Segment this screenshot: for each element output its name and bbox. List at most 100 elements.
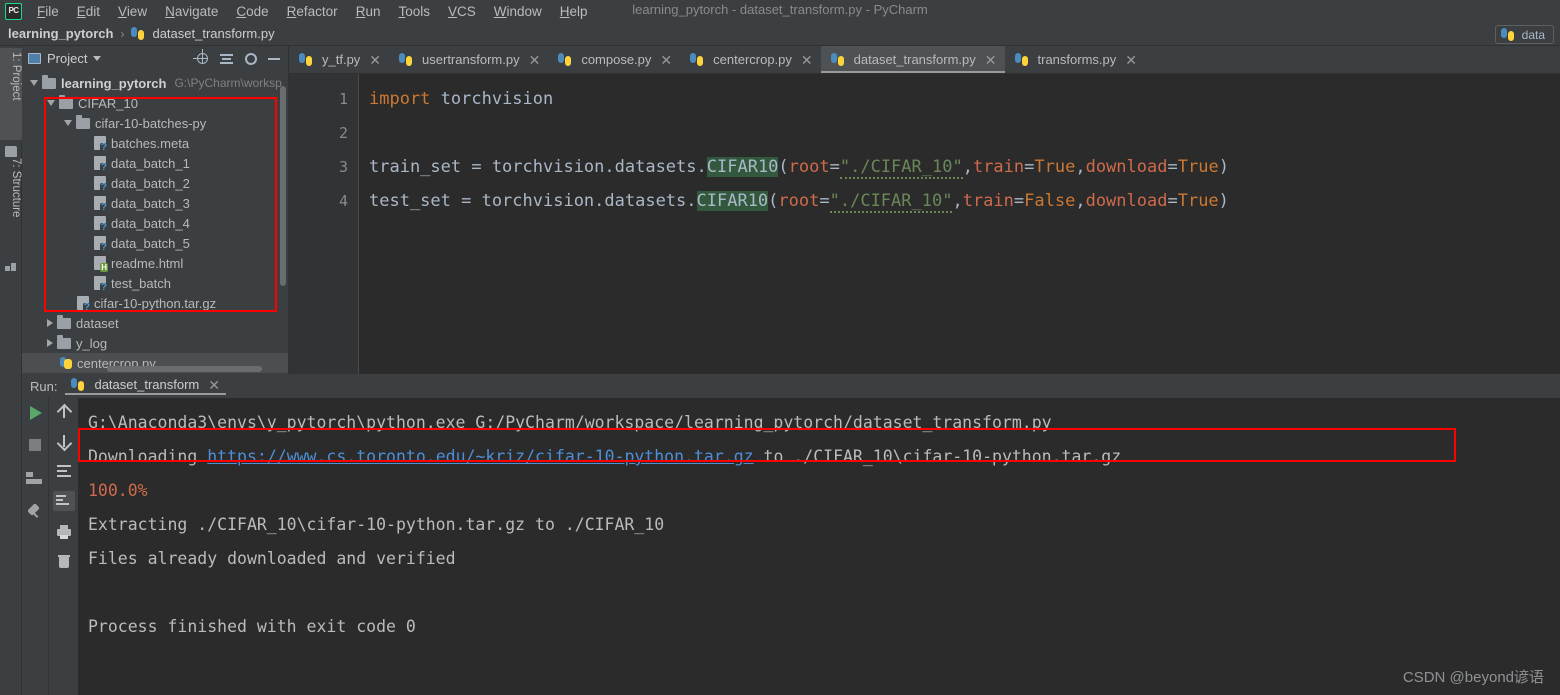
run-tab-label: dataset_transform: [94, 377, 200, 392]
tree-node[interactable]: dataset: [22, 313, 288, 333]
menu-item-code[interactable]: Code: [227, 2, 277, 21]
menu-item-view[interactable]: View: [109, 2, 156, 21]
python-file-icon: [830, 53, 844, 66]
editor-tab-compose-py[interactable]: compose.py ✕: [548, 46, 680, 73]
collapse-all-icon[interactable]: [219, 51, 234, 66]
layout-icon[interactable]: [26, 472, 44, 490]
stop-icon[interactable]: [26, 436, 44, 454]
chevron-down-icon[interactable]: [64, 120, 72, 126]
down-arrow-icon[interactable]: [56, 433, 72, 449]
code-line[interactable]: train_set = torchvision.datasets.CIFAR10…: [369, 150, 1560, 184]
tree-node-label: data_batch_2: [111, 175, 190, 191]
chevron-right-icon[interactable]: [47, 339, 53, 347]
tree-node[interactable]: data_batch_2: [22, 173, 288, 193]
project-horizontal-scrollbar[interactable]: [107, 366, 262, 372]
menu-bar[interactable]: File Edit View Navigate Code Refactor Run Tools…: [28, 2, 597, 21]
menu-item-run[interactable]: Run: [347, 2, 390, 21]
pin-icon[interactable]: [26, 504, 44, 522]
chevron-down-icon[interactable]: [93, 56, 102, 61]
tree-node[interactable]: data_batch_4: [22, 213, 288, 233]
run-console-output[interactable]: G:\Anaconda3\envs\y_pytorch\python.exe G…: [78, 398, 1560, 695]
editor-tab-dataset_transform-py[interactable]: dataset_transform.py ✕: [820, 46, 1005, 73]
tree-node[interactable]: cifar-10-python.tar.gz: [22, 293, 288, 313]
editor-tab-transforms-py[interactable]: transforms.py ✕: [1005, 46, 1145, 73]
code-line[interactable]: test_set = torchvision.datasets.CIFAR10(…: [369, 184, 1560, 218]
menu-item-refactor[interactable]: Refactor: [278, 2, 347, 21]
print-icon[interactable]: [56, 524, 72, 540]
sidebar-item-structure-label: 7: Structure: [10, 158, 22, 218]
tree-node[interactable]: cifar-10-batches-py: [22, 113, 288, 133]
minimize-icon[interactable]: [267, 51, 282, 66]
console-link[interactable]: https://www.cs.toronto.edu/~kriz/cifar-1…: [207, 447, 753, 466]
editor-tab-centercrop-py[interactable]: centercrop.py ✕: [680, 46, 821, 73]
menu-item-window[interactable]: Window: [485, 2, 551, 21]
line-number: 4: [338, 192, 348, 210]
locate-icon[interactable]: [195, 51, 210, 66]
editor-tab-label: y_tf.py: [322, 52, 361, 67]
tree-node[interactable]: test_batch: [22, 273, 288, 293]
chevron-right-icon[interactable]: [47, 319, 53, 327]
editor-tab-strip[interactable]: y_tf.py ✕ usertransform.py ✕ compose.py ✕ cent…: [289, 46, 1560, 74]
close-icon[interactable]: ✕: [985, 53, 997, 67]
menu-item-edit[interactable]: Edit: [68, 2, 109, 21]
code-line[interactable]: [369, 116, 1560, 150]
code-line[interactable]: import torchvision: [369, 82, 1560, 116]
chevron-down-icon[interactable]: [30, 80, 38, 86]
code-token: train_set = torchvision.datasets.: [369, 157, 707, 177]
breadcrumb-file[interactable]: dataset_transform.py: [152, 26, 274, 41]
breadcrumb[interactable]: learning_pytorch › dataset_transform.py: [8, 26, 275, 41]
tree-node[interactable]: batches.meta: [22, 133, 288, 153]
rerun-icon[interactable]: [26, 404, 44, 422]
menu-item-help[interactable]: Help: [551, 2, 597, 21]
code-token: =: [1167, 191, 1178, 211]
code-token: CIFAR10: [706, 157, 779, 177]
python-file-icon: [690, 53, 704, 66]
code-token: download: [1085, 191, 1168, 211]
tree-node[interactable]: data_batch_5: [22, 233, 288, 253]
code-editor[interactable]: 1 2 3 4 import torchvision train_set = torc…: [289, 74, 1560, 374]
python-run-icon: [71, 378, 85, 391]
project-vertical-scrollbar[interactable]: [280, 86, 286, 286]
scroll-to-end-icon[interactable]: [52, 491, 75, 511]
close-icon[interactable]: ✕: [801, 53, 813, 67]
menu-item-vcs[interactable]: VCS: [439, 2, 485, 21]
close-icon[interactable]: ✕: [660, 53, 672, 67]
run-configuration-label: data: [1521, 27, 1545, 42]
tree-node-label: y_log: [76, 335, 108, 351]
tree-node[interactable]: CIFAR_10: [22, 93, 288, 113]
sidebar-item-structure[interactable]: 7: Structure: [0, 154, 22, 254]
unknown-file-icon: [94, 136, 108, 152]
editor-tab-usertransform-py[interactable]: usertransform.py ✕: [389, 46, 548, 73]
close-icon[interactable]: ✕: [1125, 53, 1137, 67]
tree-node-label: data_batch_4: [111, 215, 190, 231]
close-icon[interactable]: ✕: [529, 53, 541, 67]
menu-item-file[interactable]: File: [28, 2, 68, 21]
menu-item-tools[interactable]: Tools: [389, 2, 439, 21]
tree-node[interactable]: learning_pytorch G:\PyCharm\worksp: [22, 73, 288, 93]
soft-wrap-icon[interactable]: [56, 462, 72, 478]
code-token: torchvision: [430, 89, 554, 109]
folder-icon: [57, 314, 71, 329]
line-number: 3: [338, 158, 348, 176]
unknown-file-icon: [94, 216, 108, 232]
tree-node[interactable]: data_batch_1: [22, 153, 288, 173]
breadcrumb-root[interactable]: learning_pytorch: [8, 26, 113, 41]
project-tree[interactable]: learning_pytorch G:\PyCharm\worksp CIFAR_1…: [22, 71, 288, 373]
code-content[interactable]: import torchvision train_set = torchvisi…: [359, 74, 1560, 374]
tree-node[interactable]: readme.html: [22, 253, 288, 273]
up-arrow-icon[interactable]: [56, 404, 72, 420]
close-icon[interactable]: ✕: [369, 53, 381, 67]
tree-node[interactable]: data_batch_3: [22, 193, 288, 213]
run-configuration-selector[interactable]: data: [1494, 25, 1554, 44]
run-tab-dataset-transform[interactable]: dataset_transform ✕: [65, 377, 226, 395]
menu-item-navigate[interactable]: Navigate: [156, 2, 227, 21]
editor-tab-y_tf-py[interactable]: y_tf.py ✕: [289, 46, 389, 73]
console-line: 100.0%: [88, 474, 1560, 508]
tree-node[interactable]: y_log: [22, 333, 288, 353]
close-icon[interactable]: ✕: [208, 378, 220, 392]
trash-icon[interactable]: [56, 553, 72, 569]
code-token: =: [1167, 157, 1178, 177]
gear-icon[interactable]: [243, 51, 258, 66]
sidebar-item-project[interactable]: 1: Project: [0, 48, 22, 140]
chevron-down-icon[interactable]: [47, 100, 55, 106]
